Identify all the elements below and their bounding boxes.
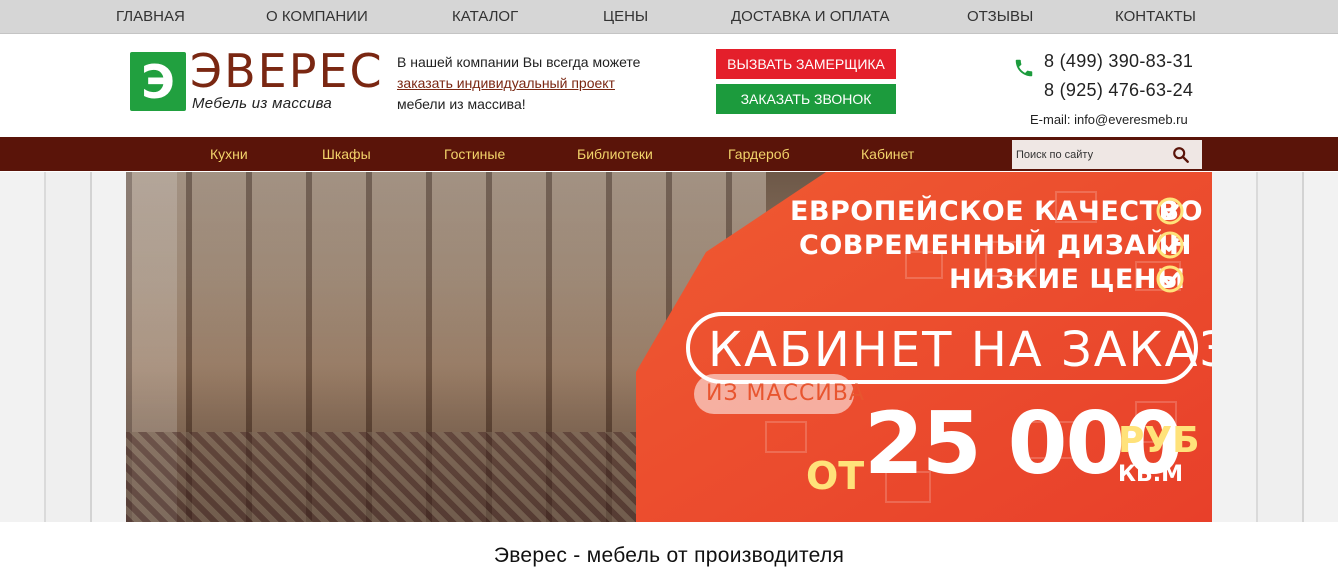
category-libraries[interactable]: Библиотеки [577, 137, 653, 171]
banner-side-right [1212, 172, 1338, 522]
topnav-item-catalog[interactable]: Каталог [452, 0, 518, 33]
material-label: ИЗ МАССИВА [706, 381, 865, 406]
promo-line-1: В нашей компании Вы всегда можете [397, 54, 641, 70]
search-icon[interactable] [1172, 146, 1190, 164]
category-kitchens[interactable]: Кухни [210, 137, 248, 171]
banner-headline: КАБИНЕТ НА ЗАКАЗ [708, 322, 1212, 378]
topnav-item-delivery[interactable]: Доставка и оплата [731, 0, 890, 33]
custom-project-link[interactable]: заказать индивидуальный проект [397, 75, 615, 91]
benefit-low-prices: НИЗКИЕ ЦЕНЫ [949, 264, 1186, 295]
site-search [1012, 140, 1202, 169]
topnav-item-reviews[interactable]: Отзывы [967, 0, 1033, 33]
phone-number-1[interactable]: 8 (499) 390-83-31 [1044, 51, 1193, 72]
category-dressing-room[interactable]: Гардероб [728, 137, 790, 171]
check-circle-icon [1156, 197, 1184, 225]
logo-letter: Э [141, 54, 175, 109]
benefit-design: СОВРЕМЕННЫЙ ДИЗАЙН [799, 230, 1192, 261]
email-address[interactable]: info@everesmeb.ru [1074, 112, 1188, 127]
price-unit: КВ.М [1118, 462, 1184, 487]
phone-number-2[interactable]: 8 (925) 476-63-24 [1044, 80, 1193, 101]
promo-text: В нашей компании Вы всегда можете заказа… [397, 52, 640, 115]
call-measurer-button[interactable]: Вызвать замерщика [716, 49, 896, 79]
top-navigation: Главная О компании Каталог Цены Доставка… [0, 0, 1338, 34]
promo-line-3: мебели из массива! [397, 96, 526, 112]
logo-tagline: Мебель из массива [192, 95, 333, 112]
logo-name[interactable]: ЭВЕРЕС [190, 48, 384, 94]
request-call-button[interactable]: Заказать звонок [716, 84, 896, 114]
benefit-quality: ЕВРОПЕЙСКОЕ КАЧЕСТВО [790, 196, 1204, 227]
logo-mark[interactable]: Э [130, 52, 186, 111]
topnav-item-home[interactable]: Главная [116, 0, 185, 33]
check-circle-icon [1156, 265, 1184, 293]
price-currency: РУБ [1118, 420, 1200, 461]
topnav-item-prices[interactable]: Цены [603, 0, 648, 33]
banner-side-left [0, 172, 126, 522]
topnav-item-about[interactable]: О компании [266, 0, 368, 33]
email-line: E-mail: info@everesmeb.ru [1030, 112, 1188, 127]
price-from-label: ОТ [806, 454, 865, 498]
category-study[interactable]: Кабинет [861, 137, 914, 171]
check-circle-icon [1156, 231, 1184, 259]
email-label: E-mail: [1030, 112, 1071, 127]
category-wardrobes[interactable]: Шкафы [322, 137, 371, 171]
page-title: Эверес - мебель от производителя [493, 544, 845, 567]
topnav-item-contacts[interactable]: Контакты [1115, 0, 1196, 33]
phone-icon [1015, 59, 1033, 77]
promo-banner[interactable]: ЕВРОПЕЙСКОЕ КАЧЕСТВО СОВРЕМЕННЫЙ ДИЗАЙН … [126, 172, 1212, 522]
search-input[interactable] [1012, 140, 1167, 169]
category-living-rooms[interactable]: Гостиные [444, 137, 505, 171]
